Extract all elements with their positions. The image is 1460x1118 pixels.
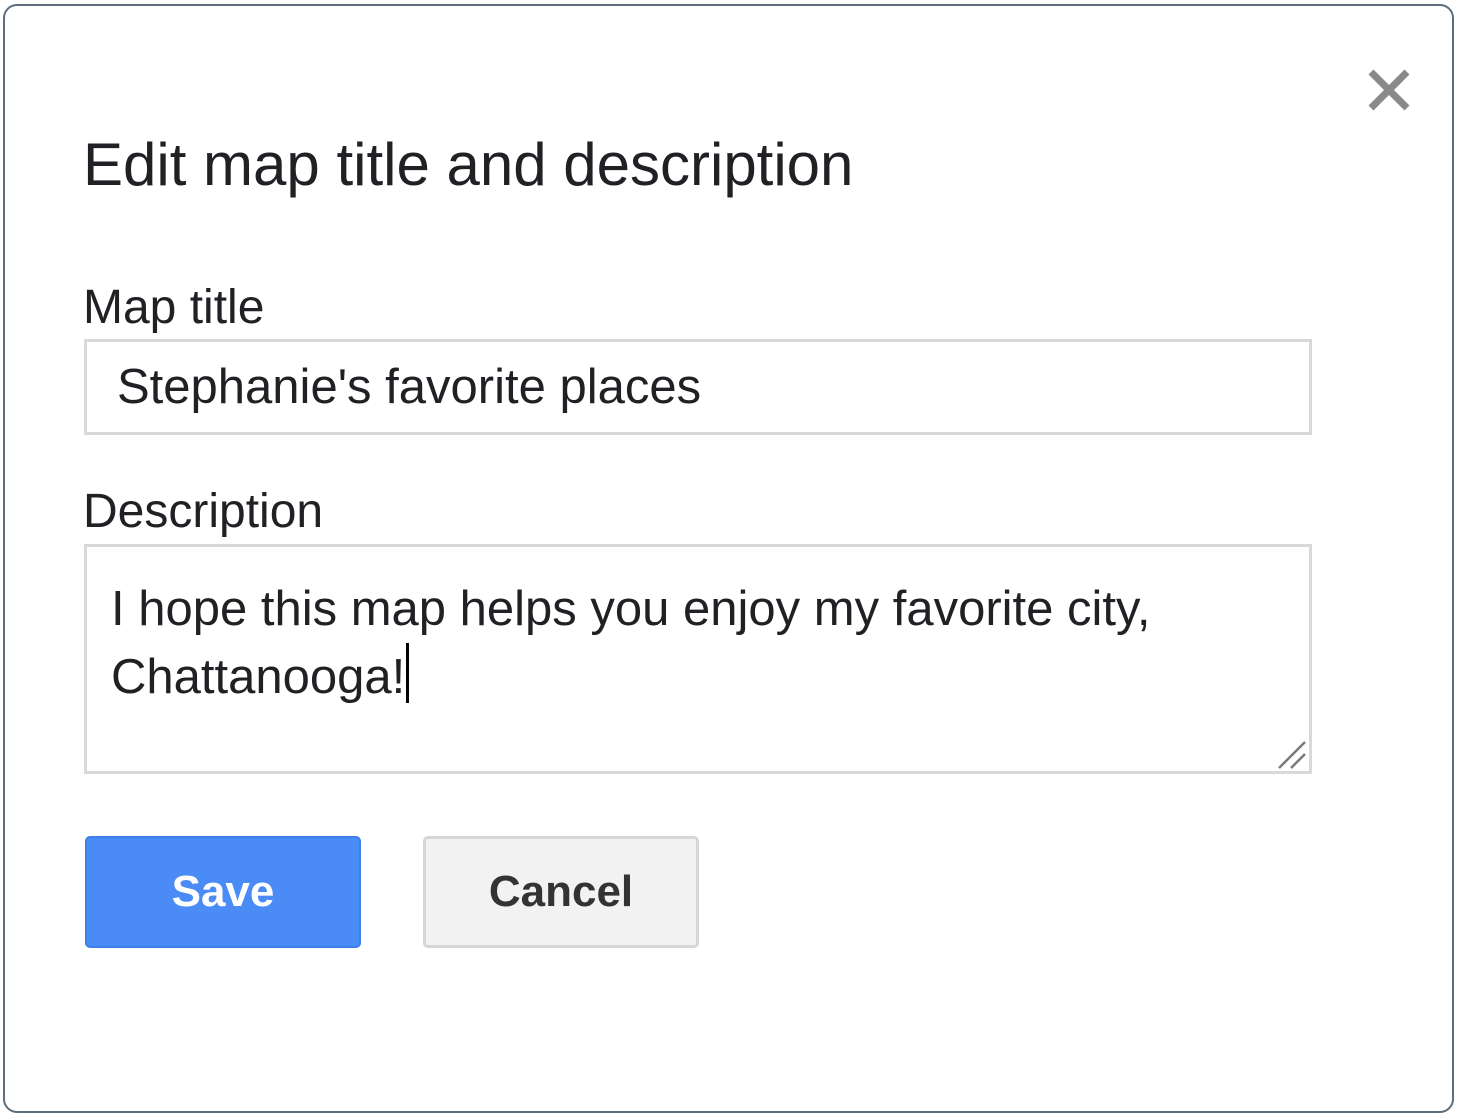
description-text: I hope this map helps you enjoy my favor… — [111, 582, 1151, 704]
close-icon[interactable] — [1363, 64, 1415, 116]
close-button[interactable] — [1363, 64, 1415, 116]
map-title-label: Map title — [83, 281, 265, 334]
save-button[interactable]: Save — [85, 836, 361, 948]
description-textarea[interactable]: I hope this map helps you enjoy my favor… — [84, 544, 1312, 774]
resize-grip-icon[interactable] — [1275, 738, 1307, 770]
cancel-button[interactable]: Cancel — [423, 836, 699, 948]
map-title-input[interactable] — [84, 339, 1312, 435]
edit-map-dialog: Edit map title and description Map title… — [3, 4, 1454, 1113]
text-caret — [406, 643, 410, 703]
dialog-title: Edit map title and description — [83, 131, 854, 198]
description-label: Description — [83, 485, 324, 538]
